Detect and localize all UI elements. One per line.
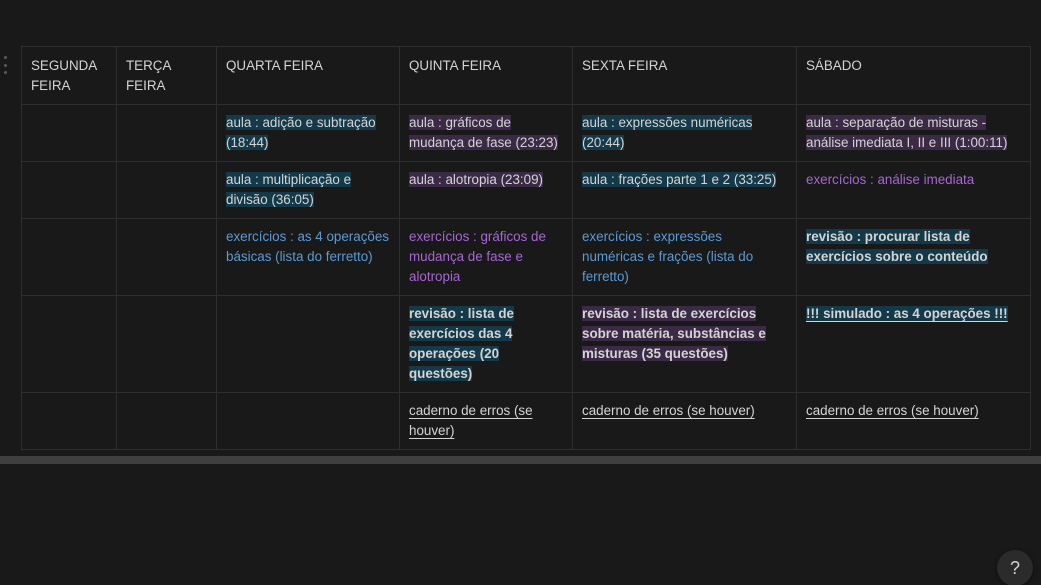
header-label: SÁBADO [806, 58, 862, 73]
table-cell[interactable]: exercícios : análise imediata [796, 161, 1031, 219]
table-cell[interactable]: aula : expressões numéricas (20:44) [572, 104, 797, 162]
cell-text: !!! simulado : as 4 operações !!! [806, 306, 1008, 321]
header-terca[interactable]: TERÇA FEIRA [116, 46, 217, 105]
table-cell[interactable]: caderno de erros (se houver) [796, 392, 1031, 450]
table-cell[interactable] [21, 295, 117, 393]
cell-text: exercícios : análise imediata [806, 172, 975, 187]
table-cell[interactable]: exercícios : expressões numéricas e fraç… [572, 218, 797, 296]
table-cell[interactable]: aula : separação de misturas - análise i… [796, 104, 1031, 162]
table-cell[interactable]: revisão : lista de exercícios das 4 oper… [399, 295, 573, 393]
header-row: SEGUNDA FEIRA TERÇA FEIRA QUARTA FEIRA Q… [21, 46, 1031, 105]
table-cell[interactable] [21, 104, 117, 162]
horizontal-scrollbar[interactable] [0, 456, 1041, 464]
table-cell[interactable]: aula : frações parte 1 e 2 (33:25) [572, 161, 797, 219]
table-cell[interactable]: revisão : procurar lista de exercícios s… [796, 218, 1031, 296]
table-cell[interactable]: aula : adição e subtração (18:44) [216, 104, 400, 162]
table-cell[interactable] [116, 392, 217, 450]
cell-text: revisão : lista de exercícios das 4 oper… [409, 306, 514, 381]
cell-text: aula : expressões numéricas (20:44) [582, 115, 753, 150]
header-label: QUARTA FEIRA [226, 58, 323, 73]
table-cell[interactable]: aula : multiplicação e divisão (36:05) [216, 161, 400, 219]
cell-text: exercícios : as 4 operações básicas (lis… [226, 229, 390, 264]
table-cell[interactable] [21, 161, 117, 219]
drag-handle-icon[interactable] [0, 56, 10, 74]
table-cell[interactable]: !!! simulado : as 4 operações !!! [796, 295, 1031, 393]
header-label: QUINTA FEIRA [409, 58, 502, 73]
table-row: aula : multiplicação e divisão (36:05) a… [21, 161, 1031, 219]
table-cell[interactable] [216, 392, 400, 450]
table-cell[interactable] [216, 295, 400, 393]
header-label: TERÇA FEIRA [126, 58, 171, 93]
header-label: SEXTA FEIRA [582, 58, 668, 73]
cell-text: aula : alotropia (23:09) [409, 172, 543, 187]
header-quinta[interactable]: QUINTA FEIRA [399, 46, 573, 105]
header-segunda[interactable]: SEGUNDA FEIRA [21, 46, 117, 105]
cell-text: aula : gráficos de mudança de fase (23:2… [409, 115, 558, 150]
cell-text: caderno de erros (se houver) [409, 403, 533, 438]
cell-text: caderno de erros (se houver) [582, 403, 755, 418]
table-row: exercícios : as 4 operações básicas (lis… [21, 218, 1031, 296]
table-cell[interactable]: exercícios : as 4 operações básicas (lis… [216, 218, 400, 296]
table-cell[interactable]: revisão : lista de exercícios sobre maté… [572, 295, 797, 393]
table-cell[interactable]: exercícios : gráficos de mudança de fase… [399, 218, 573, 296]
table-row: revisão : lista de exercícios das 4 oper… [21, 295, 1031, 393]
table-cell[interactable] [116, 104, 217, 162]
table-cell[interactable] [21, 218, 117, 296]
table-cell[interactable] [116, 295, 217, 393]
cell-text: aula : multiplicação e divisão (36:05) [226, 172, 352, 207]
cell-text: caderno de erros (se houver) [806, 403, 979, 418]
table-cell[interactable]: aula : alotropia (23:09) [399, 161, 573, 219]
cell-text: aula : separação de misturas - análise i… [806, 115, 1008, 150]
table-cell[interactable]: caderno de erros (se houver) [572, 392, 797, 450]
table-row: caderno de erros (se houver) caderno de … [21, 392, 1031, 450]
cell-text: exercícios : expressões numéricas e fraç… [582, 229, 754, 284]
cell-text: revisão : lista de exercícios sobre maté… [582, 306, 766, 361]
help-icon: ? [1009, 557, 1020, 578]
cell-text: exercícios : gráficos de mudança de fase… [409, 229, 546, 284]
weekly-schedule-table: SEGUNDA FEIRA TERÇA FEIRA QUARTA FEIRA Q… [21, 46, 1031, 450]
help-button[interactable]: ? [997, 550, 1033, 585]
table-cell[interactable] [116, 218, 217, 296]
cell-text: aula : adição e subtração (18:44) [226, 115, 376, 150]
header-sabado[interactable]: SÁBADO [796, 46, 1031, 105]
table-cell[interactable]: caderno de erros (se houver) [399, 392, 573, 450]
cell-text: revisão : procurar lista de exercícios s… [806, 229, 988, 264]
header-label: SEGUNDA FEIRA [31, 58, 97, 93]
notion-page: SEGUNDA FEIRA TERÇA FEIRA QUARTA FEIRA Q… [0, 0, 1041, 585]
cell-text: aula : frações parte 1 e 2 (33:25) [582, 172, 777, 187]
header-sexta[interactable]: SEXTA FEIRA [572, 46, 797, 105]
table-cell[interactable] [116, 161, 217, 219]
header-quarta[interactable]: QUARTA FEIRA [216, 46, 400, 105]
table-cell[interactable] [21, 392, 117, 450]
table-row: aula : adição e subtração (18:44) aula :… [21, 104, 1031, 162]
table-cell[interactable]: aula : gráficos de mudança de fase (23:2… [399, 104, 573, 162]
